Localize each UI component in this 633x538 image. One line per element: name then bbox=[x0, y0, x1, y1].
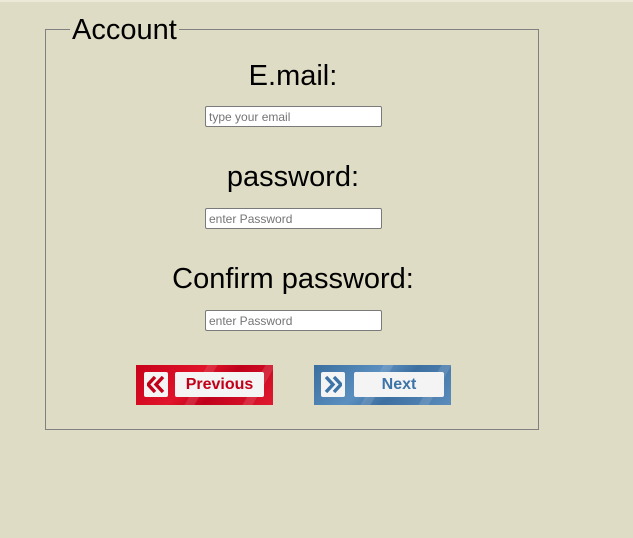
next-button-label: Next bbox=[381, 376, 417, 393]
fieldset-legend: Account bbox=[70, 13, 179, 47]
confirm-password-label: Confirm password: bbox=[172, 263, 414, 295]
password-label: password: bbox=[226, 161, 360, 193]
confirm-password-input[interactable] bbox=[205, 310, 382, 331]
next-button[interactable]: Next bbox=[314, 365, 451, 405]
password-input[interactable] bbox=[205, 208, 382, 229]
double-chevron-left-icon bbox=[144, 372, 168, 397]
previous-button[interactable]: Previous bbox=[136, 365, 273, 405]
double-chevron-right-icon bbox=[321, 372, 345, 397]
email-input[interactable] bbox=[205, 106, 382, 127]
email-label: E.mail: bbox=[248, 60, 338, 92]
previous-button-label: Previous bbox=[185, 376, 254, 393]
account-fieldset: Account E.mail: password: Confirm passwo… bbox=[45, 13, 539, 430]
